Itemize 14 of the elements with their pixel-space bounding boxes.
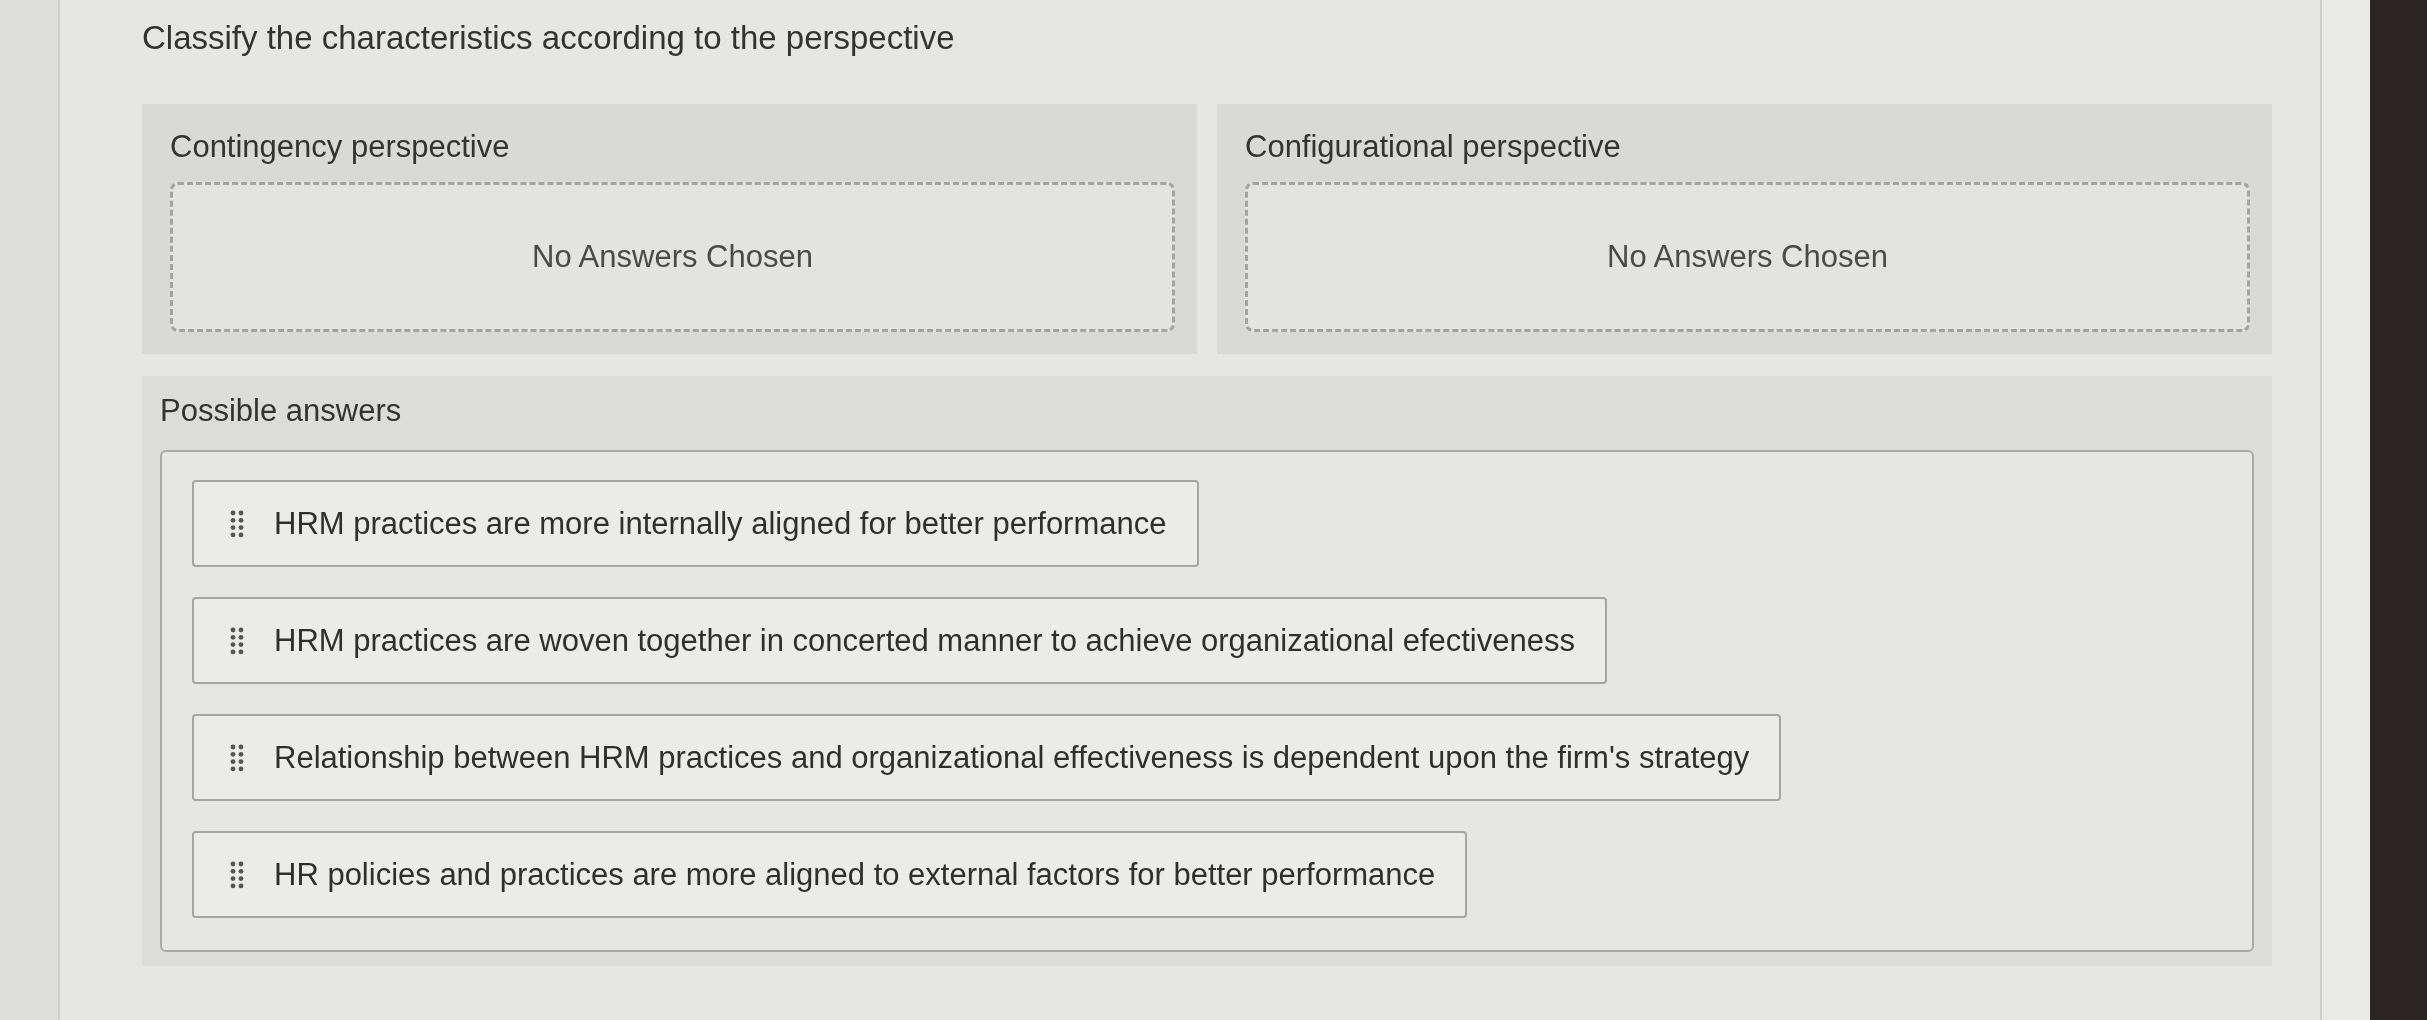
answer-card[interactable]: Relationship between HRM practices and organizational effectiveness is dependent upon the firm's strategy [192,714,1782,801]
drag-handle-icon[interactable] [230,626,244,655]
question-prompt: Classify the characteristics according to the perspective [142,18,955,58]
answer-card[interactable]: HRM practices are more internally aligned for better performance [192,480,1199,567]
answers-label: Possible answers [160,392,402,430]
drop-zone[interactable]: No Answers Chosen [170,182,1175,332]
drop-zone[interactable]: No Answers Chosen [1245,182,2250,332]
answer-card[interactable]: HR policies and practices are more aligned to external factors for better performance [192,831,1468,918]
drag-handle-icon[interactable] [230,509,244,538]
drag-handle-icon[interactable] [230,743,244,772]
category-label: Contingency perspective [170,128,510,166]
drag-handle-icon[interactable] [230,860,244,889]
category-label: Configurational perspective [1245,128,1621,166]
answer-card[interactable]: HRM practices are woven together in concerted manner to achieve organizational efectiveness [192,597,1607,684]
